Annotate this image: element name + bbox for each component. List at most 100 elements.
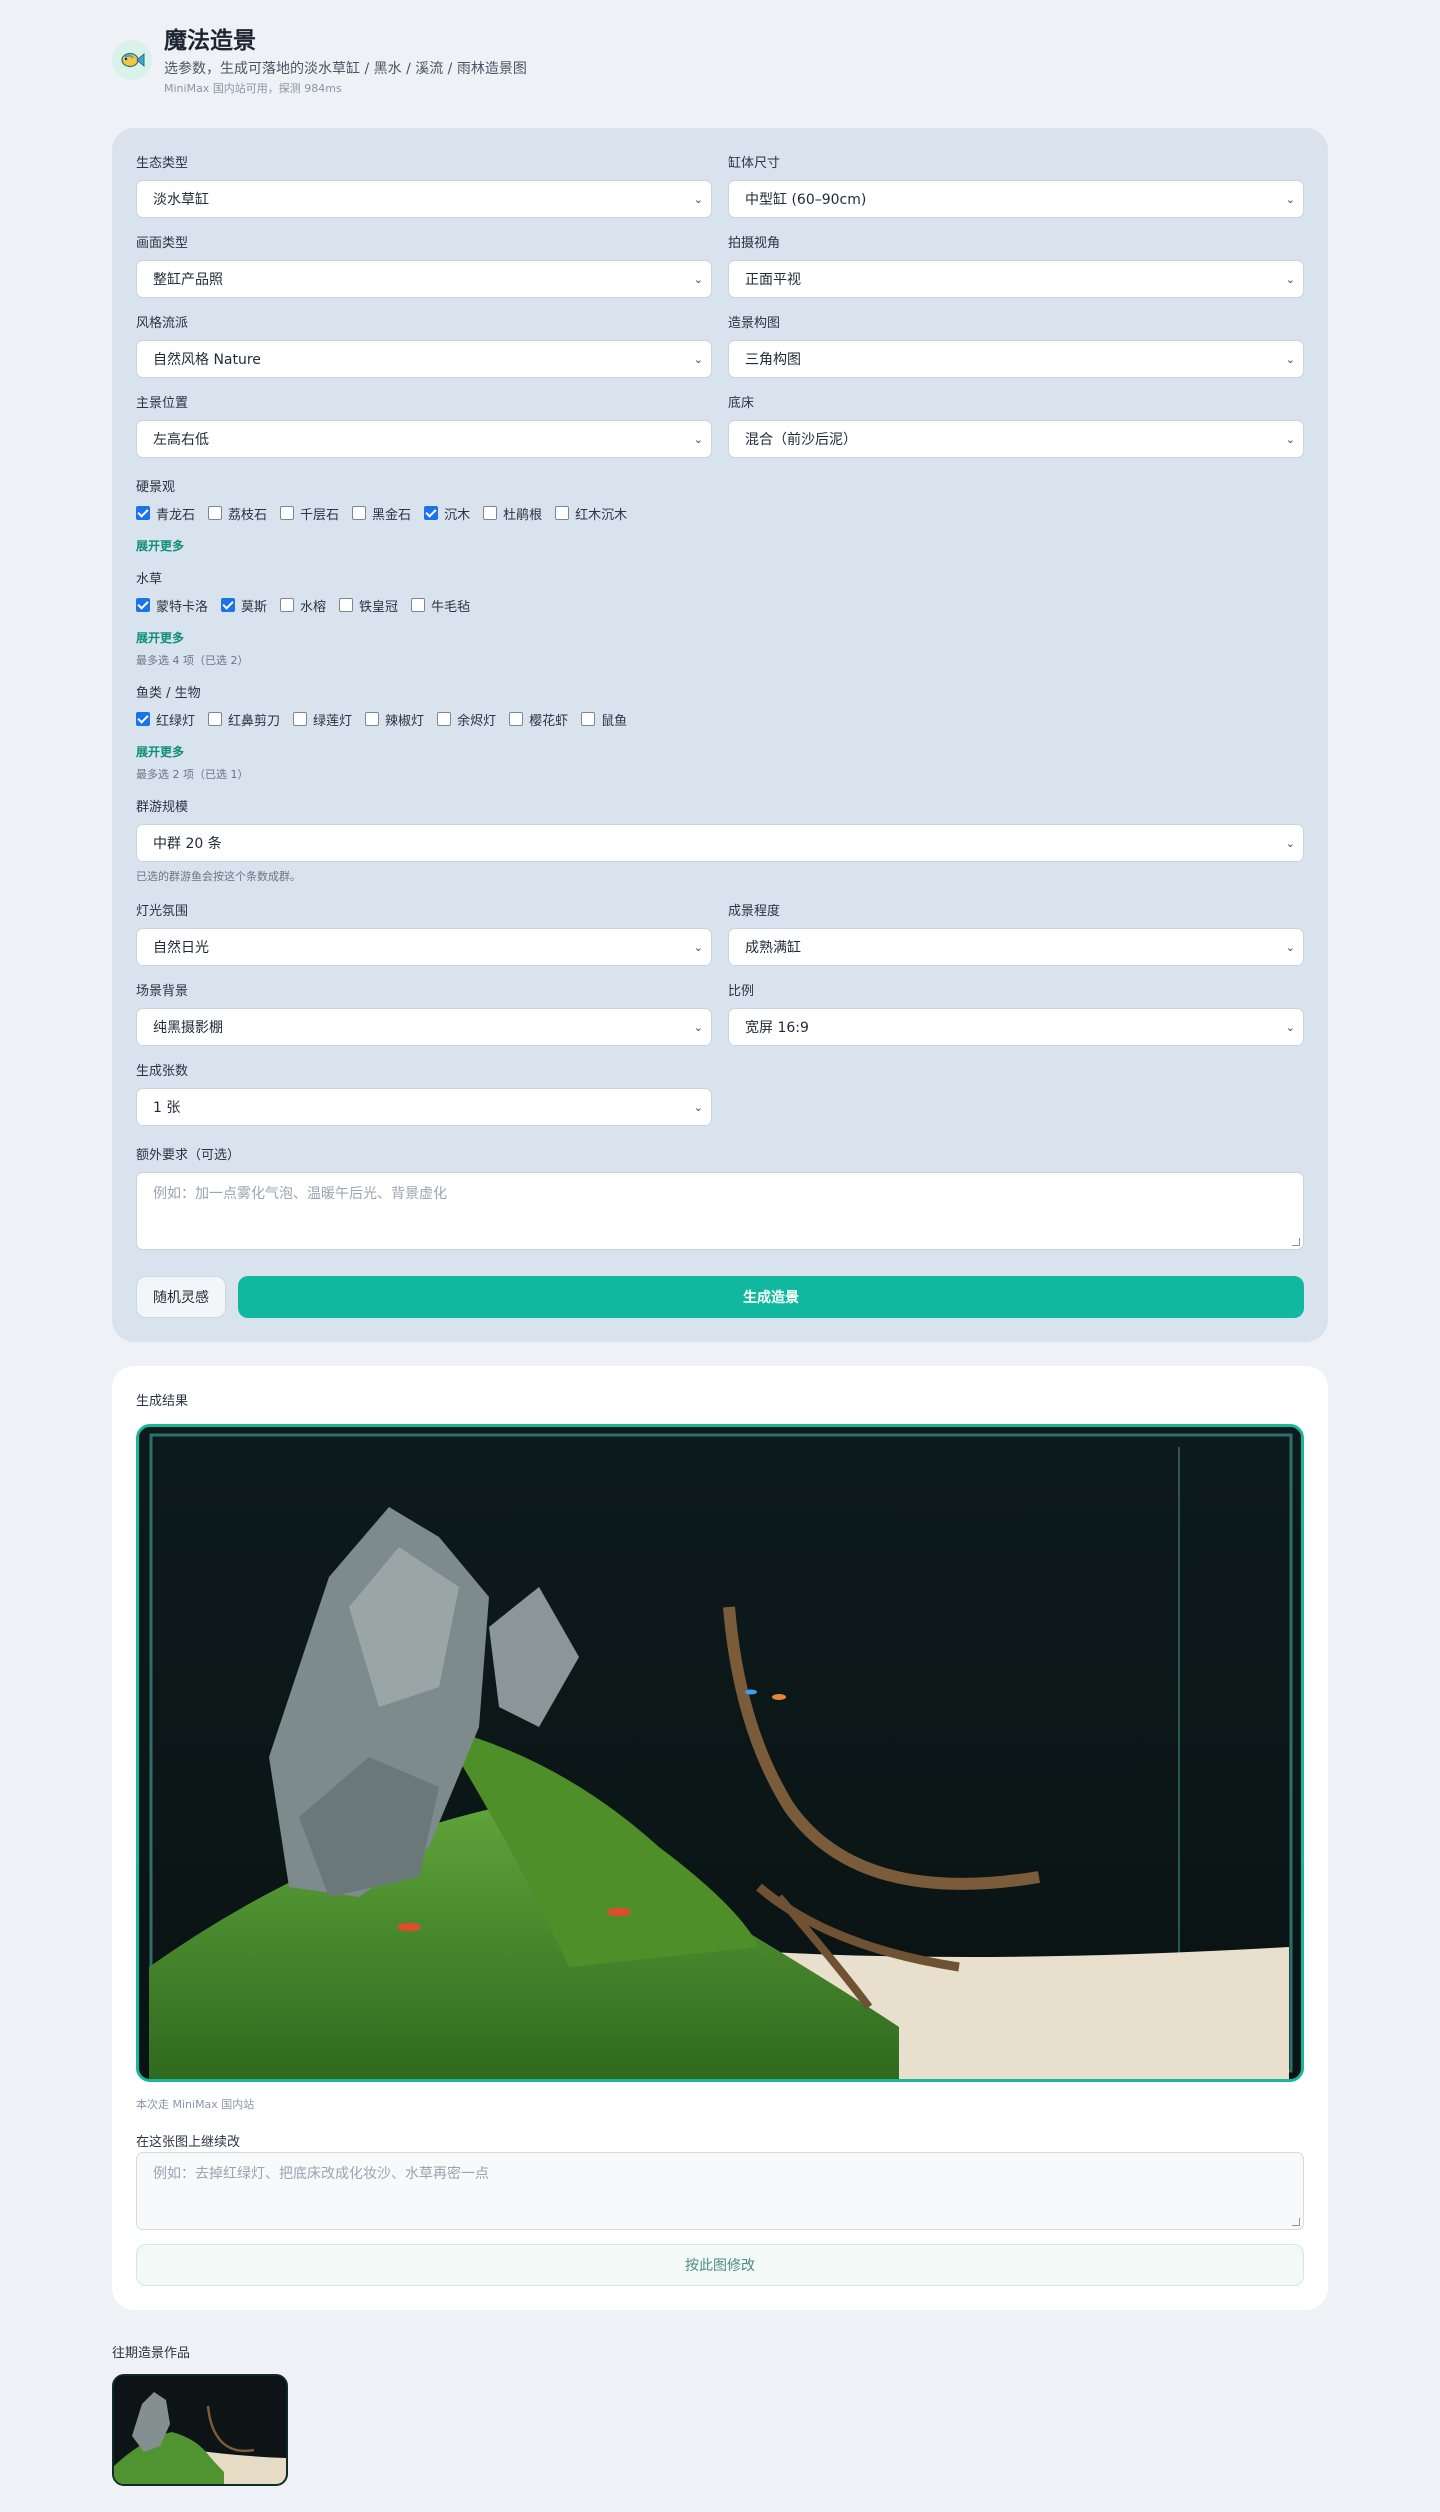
maturity-select[interactable]: 成熟满缸 ⌄ — [728, 928, 1304, 966]
checkbox[interactable] — [411, 598, 426, 612]
ecotype-select[interactable]: 淡水草缸 ⌄ — [136, 180, 712, 218]
hardscape-option[interactable]: 黑金石 — [352, 504, 411, 523]
checkbox[interactable] — [424, 506, 439, 520]
style-select[interactable]: 自然风格 Nature ⌄ — [136, 340, 712, 378]
fauna-option[interactable]: 绿莲灯 — [293, 710, 352, 729]
school-size-field: 群游规模 中群 20 条 ⌄ 已选的群游鱼会按这个条数成群。 — [136, 800, 1304, 884]
option-label: 红鼻剪刀 — [228, 713, 281, 729]
checkbox[interactable] — [208, 712, 223, 726]
plants-hint: 最多选 4 项（已选 2） — [136, 654, 249, 667]
random-inspiration-button[interactable]: 随机灵感 — [136, 1276, 226, 1318]
chevron-down-icon: ⌄ — [1285, 192, 1295, 206]
checkbox[interactable] — [221, 598, 236, 612]
resize-handle[interactable] — [1292, 1238, 1300, 1246]
checkbox[interactable] — [280, 598, 295, 612]
edit-label: 在这张图上继续改 — [136, 2135, 241, 2150]
fauna-expand-link[interactable]: 展开更多 — [136, 744, 640, 760]
ratio-select[interactable]: 宽屏 16:9 ⌄ — [728, 1008, 1304, 1046]
checkbox[interactable] — [483, 506, 498, 520]
select-value: 1 张 — [153, 1100, 181, 1116]
hardscape-option[interactable]: 沉木 — [424, 504, 470, 523]
checkbox[interactable] — [208, 506, 223, 520]
generated-aquascape-image[interactable] — [136, 1424, 1304, 2082]
lighting-select[interactable]: 自然日光 ⌄ — [136, 928, 712, 966]
hardscape-option[interactable]: 荔枝石 — [208, 504, 267, 523]
checkbox[interactable] — [437, 712, 452, 726]
checkbox[interactable] — [136, 506, 150, 520]
history-thumbnail[interactable] — [112, 2374, 288, 2486]
tank-size-select[interactable]: 中型缸 (60–90cm) ⌄ — [728, 180, 1304, 218]
history-label: 往期造景作品 — [112, 2346, 191, 2361]
checkbox[interactable] — [280, 506, 295, 520]
plant-option[interactable]: 铁皇冠 — [339, 596, 398, 615]
hardscape-option[interactable]: 红木沉木 — [555, 504, 627, 523]
field-label: 生成张数 — [136, 1064, 189, 1079]
checkbox[interactable] — [555, 506, 570, 520]
hardscape-option[interactable]: 杜鹃根 — [483, 504, 542, 523]
checkbox[interactable] — [352, 506, 367, 520]
fauna-option[interactable]: 樱花虾 — [509, 710, 568, 729]
select-value: 三角构图 — [745, 352, 801, 368]
checkbox[interactable] — [136, 598, 150, 612]
hardscape-option[interactable]: 青龙石 — [136, 504, 195, 523]
select-value: 宽屏 16:9 — [745, 1020, 809, 1036]
option-label: 红绿灯 — [156, 713, 196, 729]
background-field: 场景背景 纯黑摄影棚 ⌄ — [136, 984, 712, 1046]
fauna-option[interactable]: 红鼻剪刀 — [208, 710, 280, 729]
option-label: 铁皇冠 — [359, 599, 399, 615]
image-type-select[interactable]: 整缸产品照 ⌄ — [136, 260, 712, 298]
select-value: 左高右低 — [153, 432, 209, 448]
hardscape-group: 硬景观 青龙石 荔枝石 千层石 黑金石 沉木 杜鹃根 红木沉木 展开更多 — [136, 480, 640, 554]
option-label: 沉木 — [444, 507, 471, 523]
textarea-placeholder: 例如：加一点雾化气泡、温暖午后光、背景虚化 — [153, 1186, 447, 1202]
checkbox[interactable] — [581, 712, 596, 726]
substrate-select[interactable]: 混合（前沙后泥） ⌄ — [728, 420, 1304, 458]
extra-textarea[interactable]: 例如：加一点雾化气泡、温暖午后光、背景虚化 — [136, 1172, 1304, 1250]
background-select[interactable]: 纯黑摄影棚 ⌄ — [136, 1008, 712, 1046]
composition-select[interactable]: 三角构图 ⌄ — [728, 340, 1304, 378]
camera-angle-select[interactable]: 正面平视 ⌄ — [728, 260, 1304, 298]
fauna-option[interactable]: 红绿灯 — [136, 710, 195, 729]
focus-position-field: 主景位置 左高右低 ⌄ — [136, 396, 712, 458]
ecotype-field: 生态类型 淡水草缸 ⌄ — [136, 156, 712, 218]
option-label: 莫斯 — [241, 599, 268, 615]
fauna-option[interactable]: 余烬灯 — [437, 710, 496, 729]
checkbox[interactable] — [293, 712, 308, 726]
select-value: 混合（前沙后泥） — [745, 432, 857, 448]
checkbox[interactable] — [136, 712, 150, 726]
checkbox[interactable] — [339, 598, 354, 612]
checkbox[interactable] — [365, 712, 380, 726]
resize-handle[interactable] — [1292, 2218, 1300, 2226]
camera-angle-field: 拍摄视角 正面平视 ⌄ — [728, 236, 1304, 298]
school-size-select[interactable]: 中群 20 条 ⌄ — [136, 824, 1304, 862]
checkbox[interactable] — [509, 712, 524, 726]
field-label: 场景背景 — [136, 984, 189, 999]
plant-option[interactable]: 蒙特卡洛 — [136, 596, 208, 615]
tank-size-field: 缸体尺寸 中型缸 (60–90cm) ⌄ — [728, 156, 1304, 218]
field-label: 鱼类 / 生物 — [136, 686, 201, 701]
hardscape-option[interactable]: 千层石 — [280, 504, 339, 523]
plants-expand-link[interactable]: 展开更多 — [136, 630, 483, 646]
result-title: 生成结果 — [136, 1394, 189, 1409]
provider-status: MiniMax 国内站可用，探测 984ms — [164, 82, 342, 95]
school-size-hint: 已选的群游鱼会按这个条数成群。 — [136, 870, 301, 883]
chevron-down-icon: ⌄ — [693, 432, 703, 446]
edit-image-button[interactable]: 按此图修改 — [136, 2244, 1304, 2286]
focus-position-select[interactable]: 左高右低 ⌄ — [136, 420, 712, 458]
select-value: 中型缸 (60–90cm) — [745, 192, 867, 208]
count-select[interactable]: 1 张 ⌄ — [136, 1088, 712, 1126]
plant-option[interactable]: 莫斯 — [221, 596, 267, 615]
hardscape-options: 青龙石 荔枝石 千层石 黑金石 沉木 杜鹃根 红木沉木 — [136, 504, 640, 523]
plant-option[interactable]: 牛毛毡 — [411, 596, 470, 615]
fauna-group: 鱼类 / 生物 红绿灯 红鼻剪刀 绿莲灯 辣椒灯 余烬灯 樱花虾 鼠鱼 展开更多… — [136, 686, 640, 782]
fauna-option[interactable]: 辣椒灯 — [365, 710, 424, 729]
chevron-down-icon: ⌄ — [1285, 1020, 1295, 1034]
hardscape-expand-link[interactable]: 展开更多 — [136, 538, 640, 554]
generate-button[interactable]: 生成造景 — [238, 1276, 1304, 1318]
textarea-placeholder: 例如：去掉红绿灯、把底床改成化妆沙、水草再密一点 — [153, 2166, 489, 2182]
edit-textarea[interactable]: 例如：去掉红绿灯、把底床改成化妆沙、水草再密一点 — [136, 2152, 1304, 2230]
maturity-field: 成景程度 成熟满缸 ⌄ — [728, 904, 1304, 966]
plant-option[interactable]: 水榕 — [280, 596, 326, 615]
chevron-down-icon: ⌄ — [1285, 836, 1295, 850]
fauna-option[interactable]: 鼠鱼 — [581, 710, 627, 729]
